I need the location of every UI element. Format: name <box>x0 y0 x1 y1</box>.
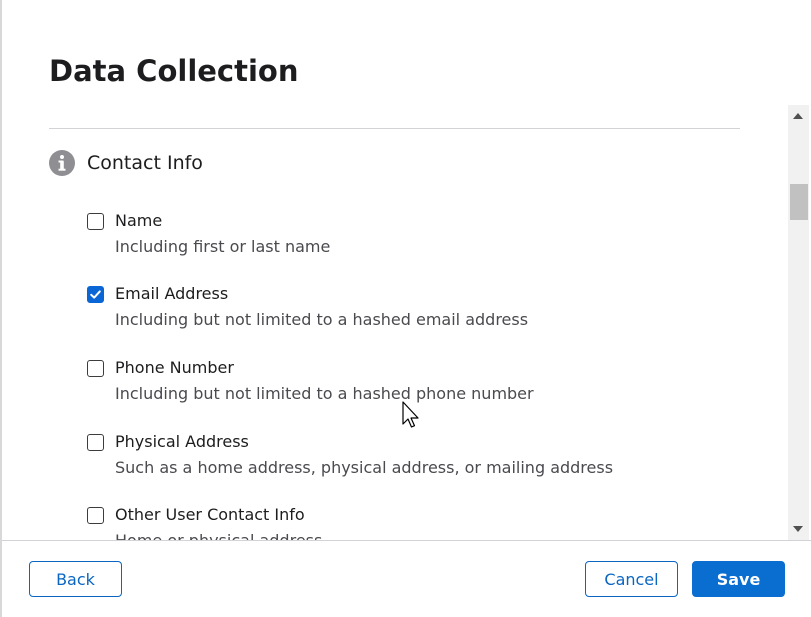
vertical-scrollbar[interactable] <box>788 105 809 540</box>
option-label: Email Address <box>115 284 229 303</box>
option-label: Other User Contact Info <box>115 505 305 524</box>
title-divider <box>49 128 740 129</box>
option-description: Including first or last name <box>115 237 331 256</box>
section-header-contact-info: Contact Info <box>49 149 203 177</box>
option-description: Home or physical address <box>115 530 322 540</box>
option-label: Physical Address <box>115 432 249 451</box>
data-collection-modal: Data Collection Contact Info Name Includ… <box>2 0 811 617</box>
option-description: Including but not limited to a hashed em… <box>115 310 529 329</box>
back-button[interactable]: Back <box>29 561 122 597</box>
section-label: Contact Info <box>87 152 203 174</box>
cancel-button[interactable]: Cancel <box>585 561 678 597</box>
modal-title: Data Collection <box>49 54 299 88</box>
checkbox-email-address[interactable] <box>87 286 104 303</box>
checkbox-name[interactable] <box>87 213 104 230</box>
modal-footer: Back Cancel Save <box>2 540 811 617</box>
mouse-pointer-icon <box>402 401 419 428</box>
checkbox-other-user-contact-info[interactable] <box>87 507 104 524</box>
info-icon <box>49 150 75 176</box>
checkbox-physical-address[interactable] <box>87 434 104 451</box>
save-button[interactable]: Save <box>692 561 785 597</box>
modal-scroll-area[interactable]: Contact Info Name Including first or las… <box>2 105 788 540</box>
option-label: Name <box>115 211 163 230</box>
option-description: Such as a home address, physical address… <box>115 458 614 477</box>
scroll-up-arrow-icon[interactable] <box>793 113 803 119</box>
scrollbar-thumb[interactable] <box>790 184 808 220</box>
option-description: Including but not limited to a hashed ph… <box>115 384 534 403</box>
scroll-down-arrow-icon[interactable] <box>793 526 803 532</box>
checkbox-phone-number[interactable] <box>87 360 104 377</box>
option-label: Phone Number <box>115 358 234 377</box>
checkmark-icon <box>90 290 101 299</box>
